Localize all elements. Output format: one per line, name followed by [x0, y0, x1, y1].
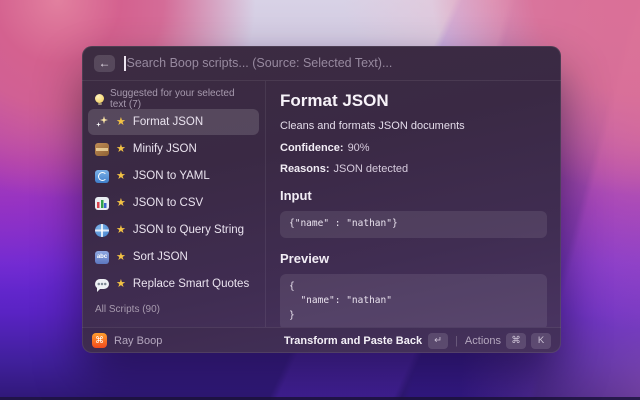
star-icon: ★: [116, 225, 126, 236]
section-label: All Scripts (90): [95, 304, 160, 315]
input-section-header: Input: [280, 188, 547, 203]
package-icon: [95, 143, 109, 156]
actions-label: Actions: [465, 335, 501, 347]
primary-action-button[interactable]: Transform and Paste Back ↵: [284, 333, 448, 349]
script-name: Format JSON: [133, 116, 203, 128]
script-name: Minify JSON: [133, 143, 197, 155]
main-content: Suggested for your selected text (7) ★ F…: [82, 81, 561, 327]
list-item-format-json[interactable]: ★ Format JSON: [88, 109, 259, 135]
back-button[interactable]: ←: [94, 55, 115, 72]
script-name: JSON to YAML: [133, 170, 210, 182]
speech-bubble-icon: [95, 279, 109, 289]
script-name: Replace Smart Quotes: [133, 278, 249, 290]
command-glyph: ⌘: [95, 335, 104, 346]
bar-chart-icon: [95, 197, 109, 210]
list-item-replace-smart-quotes[interactable]: ★ Replace Smart Quotes: [88, 271, 259, 297]
globe-icon: [95, 224, 109, 237]
list-item-json-to-query-string[interactable]: ★ JSON to Query String: [88, 217, 259, 243]
confidence-row: Confidence: 90%: [280, 142, 547, 154]
k-key-icon: K: [531, 333, 551, 349]
star-icon: ★: [116, 252, 126, 263]
search-field[interactable]: [124, 56, 549, 71]
reasons-label: Reasons:: [280, 163, 330, 175]
list-item-add-slashes[interactable]: Add Slashes: [88, 320, 259, 327]
text-caret: [124, 56, 126, 71]
search-input[interactable]: [127, 56, 550, 70]
preview-code-block: { "name": "nathan" }: [280, 274, 547, 327]
star-icon: ★: [116, 144, 126, 155]
section-header-all-scripts: All Scripts (90): [88, 299, 259, 320]
cmd-key-icon: ⌘: [506, 333, 526, 349]
list-item-minify-json[interactable]: ★ Minify JSON: [88, 136, 259, 162]
reasons-row: Reasons: JSON detected: [280, 163, 547, 175]
detail-title: Format JSON: [280, 91, 547, 111]
preview-section-header: Preview: [280, 251, 547, 266]
star-icon: ★: [116, 279, 126, 290]
sparkles-icon: [95, 115, 109, 129]
detail-panel: Format JSON Cleans and formats JSON docu…: [266, 81, 561, 327]
star-icon: ★: [116, 117, 126, 128]
arrows-cycle-icon: [95, 170, 109, 183]
list-item-json-to-yaml[interactable]: ★ JSON to YAML: [88, 163, 259, 189]
app-name: Ray Boop: [114, 335, 162, 347]
actions-button[interactable]: Actions ⌘ K: [465, 333, 551, 349]
section-header-suggested: Suggested for your selected text (7): [88, 88, 259, 109]
return-key-icon: ↵: [428, 333, 448, 349]
boop-app-icon: ⌘: [92, 333, 107, 348]
list-item-sort-json[interactable]: abc ★ Sort JSON: [88, 244, 259, 270]
confidence-value: 90%: [348, 142, 370, 154]
reasons-value: JSON detected: [334, 163, 409, 175]
star-icon: ★: [116, 198, 126, 209]
action-bar: ⌘ Ray Boop Transform and Paste Back ↵ | …: [82, 327, 561, 353]
back-arrow-icon: ←: [99, 56, 111, 70]
results-list: Suggested for your selected text (7) ★ F…: [82, 81, 265, 327]
footer-separator: |: [455, 335, 458, 347]
list-item-json-to-csv[interactable]: ★ JSON to CSV: [88, 190, 259, 216]
primary-action-label: Transform and Paste Back: [284, 335, 422, 347]
star-icon: ★: [116, 171, 126, 182]
section-label: Suggested for your selected text (7): [110, 88, 252, 110]
search-bar: ←: [82, 46, 561, 81]
launcher-window: ← Suggested for your selected text (7) ★…: [82, 46, 561, 353]
script-name: JSON to CSV: [133, 197, 203, 209]
confidence-label: Confidence:: [280, 142, 344, 154]
script-name: JSON to Query String: [133, 224, 244, 236]
abc-icon: abc: [95, 251, 109, 264]
detail-description: Cleans and formats JSON documents: [280, 120, 547, 132]
input-code-block: {"name" : "nathan"}: [280, 211, 547, 238]
lightbulb-icon: [95, 94, 104, 103]
script-name: Sort JSON: [133, 251, 188, 263]
